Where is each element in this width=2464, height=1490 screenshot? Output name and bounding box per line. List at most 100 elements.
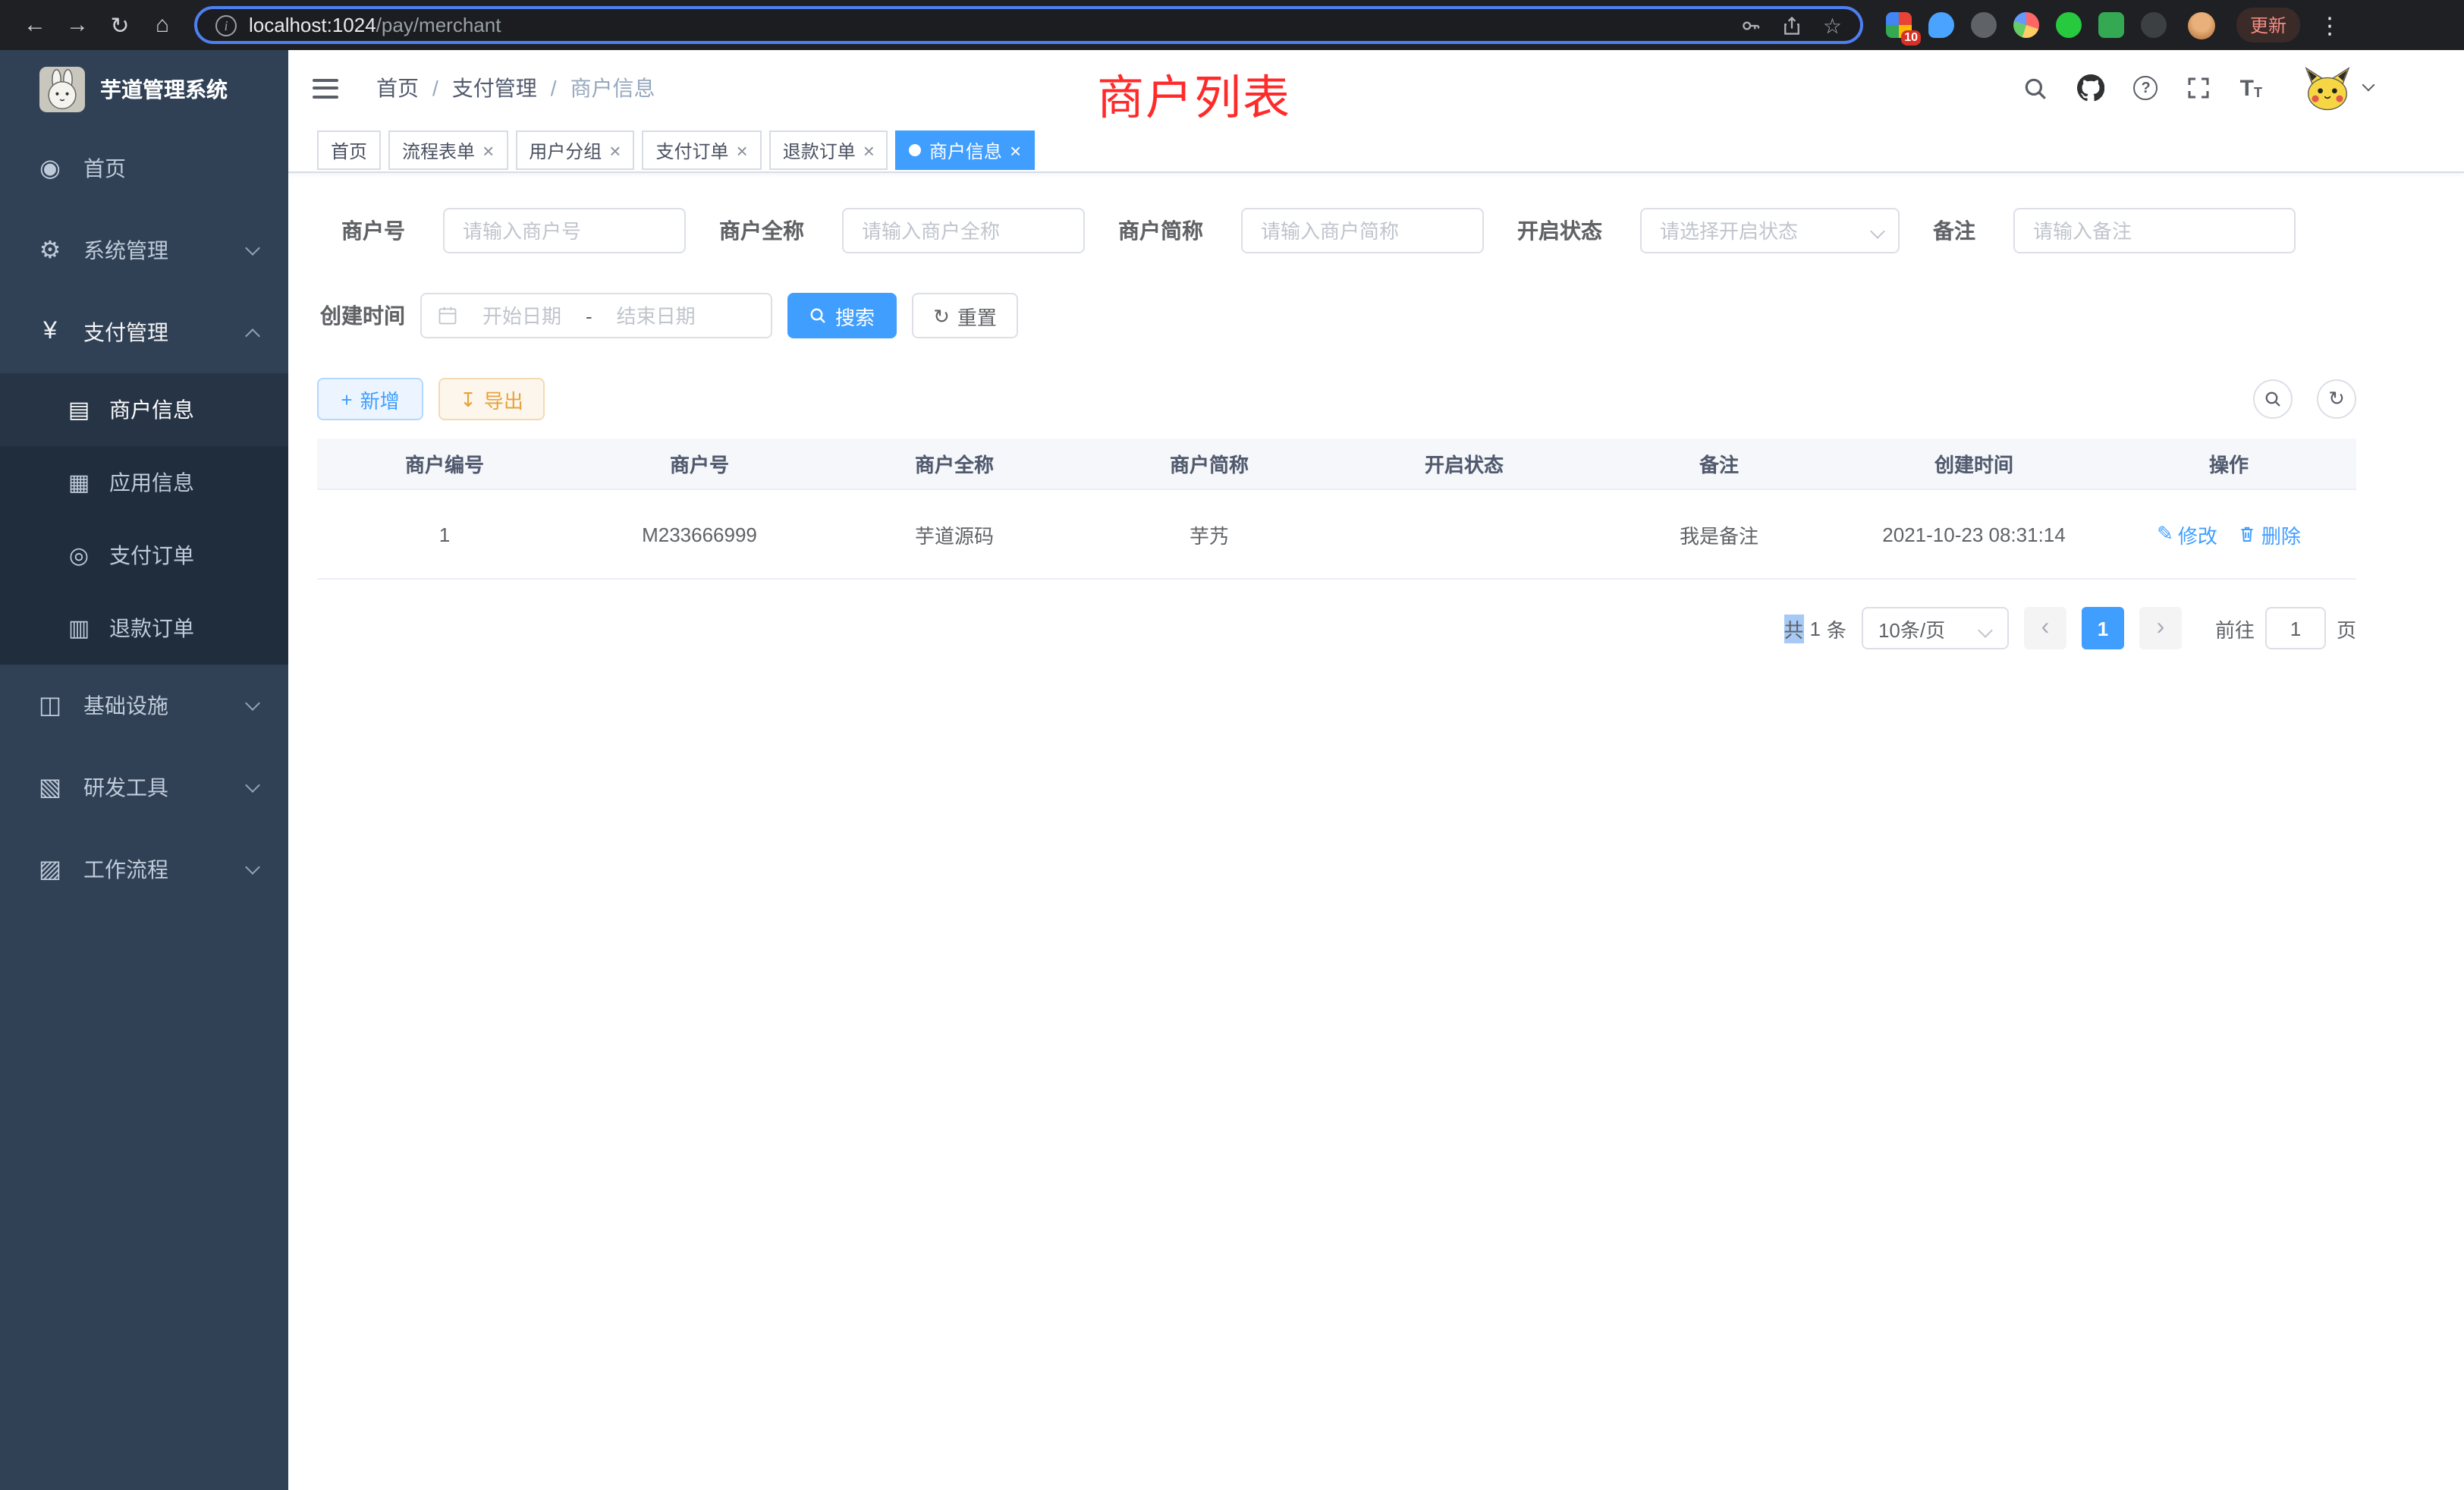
add-button-label: 新增 (360, 385, 400, 413)
merchant-no-input[interactable] (443, 208, 686, 253)
extension-colorful-icon[interactable]: 10 (1886, 12, 1912, 38)
main-area: 商户列表 首页 / 支付管理 / 商户信息 ? TT (288, 50, 2464, 1490)
search-icon[interactable] (2023, 75, 2049, 101)
full-name-input[interactable] (842, 208, 1085, 253)
extension-puzzle-icon[interactable] (2141, 12, 2167, 38)
reset-button-label: 重置 (957, 301, 997, 330)
close-icon[interactable]: × (737, 140, 748, 160)
table-header-row: 商户编号 商户号 商户全称 商户简称 开启状态 备注 创建时间 操作 (317, 439, 2356, 489)
status-select-input[interactable] (1640, 208, 1900, 253)
sidebar-item-system[interactable]: ⚙ 系统管理 (0, 209, 288, 291)
top-navbar: 首页 / 支付管理 / 商户信息 ? TT (288, 50, 2464, 126)
delete-label: 删除 (2261, 520, 2301, 549)
help-icon[interactable]: ? (2134, 76, 2158, 100)
sidebar-item-pay-order[interactable]: ◎ 支付订单 (0, 519, 288, 592)
header-cell: 创建时间 (1846, 449, 2101, 478)
tab-refund-order[interactable]: 退款订单× (769, 130, 888, 170)
table-row: 1 M233666999 芋道源码 芋艿 我是备注 2021-10-23 08:… (317, 489, 2356, 578)
create-time-label: 创建时间 (317, 300, 405, 331)
breadcrumb-payment[interactable]: 支付管理 (452, 73, 537, 103)
sidebar-item-payment[interactable]: ¥ 支付管理 (0, 291, 288, 373)
url-path: /pay/merchant (376, 14, 501, 36)
end-date-input[interactable] (599, 304, 714, 327)
sidebar-item-label: 支付订单 (109, 540, 194, 571)
extension-green-square-icon[interactable] (2098, 12, 2124, 38)
bookmark-star-icon[interactable]: ☆ (1823, 14, 1842, 36)
chrome-update-button[interactable]: 更新 (2236, 8, 2300, 42)
filter-row-2: 创建时间 - 搜索 ↻ 重置 (317, 293, 2356, 338)
sidebar-item-devtools[interactable]: ▧ 研发工具 (0, 747, 288, 828)
extension-dark-icon[interactable] (1971, 12, 1997, 38)
sidebar-item-refund-order[interactable]: ▥ 退款订单 (0, 592, 288, 665)
sidebar-item-label: 研发工具 (83, 772, 168, 803)
tabs-bar: 首页 流程表单× 用户分组× 支付订单× 退款订单× 商户信息× (288, 126, 2464, 173)
extensions-row: 10 (1886, 12, 2167, 38)
back-button[interactable]: ← (15, 5, 55, 45)
search-button[interactable]: 搜索 (787, 293, 897, 338)
browser-menu-icon[interactable]: ⋮ (2312, 11, 2347, 39)
sidebar-item-app-info[interactable]: ▦ 应用信息 (0, 446, 288, 519)
sidebar-item-home[interactable]: ◉ 首页 (0, 127, 288, 209)
url-bar[interactable]: i localhost:1024/pay/merchant ☆ (194, 6, 1863, 44)
cell-short-name: 芋艿 (1082, 520, 1337, 549)
browser-profile-avatar[interactable] (2188, 11, 2215, 39)
page-size-select[interactable]: 10条/页 (1862, 607, 2009, 649)
key-icon[interactable] (1741, 14, 1762, 36)
short-name-input[interactable] (1241, 208, 1484, 253)
sidebar-item-label: 应用信息 (109, 467, 194, 498)
github-icon[interactable] (2078, 74, 2105, 102)
briefcase-icon: ▨ (33, 854, 67, 885)
add-button[interactable]: + 新增 (317, 378, 423, 420)
breadcrumb-home[interactable]: 首页 (376, 73, 419, 103)
share-icon[interactable] (1782, 14, 1803, 36)
goto-page-input[interactable] (2265, 607, 2326, 649)
sidebar-item-infra[interactable]: ◫ 基础设施 (0, 665, 288, 747)
tab-process-form[interactable]: 流程表单× (388, 130, 508, 170)
tab-home[interactable]: 首页 (317, 130, 381, 170)
app-logo-row[interactable]: 芋道管理系统 (0, 50, 288, 127)
prev-page-button[interactable]: ‹ (2024, 607, 2066, 649)
extension-blue-drop-icon[interactable] (1928, 12, 1954, 38)
forward-button[interactable]: → (58, 5, 97, 45)
fullscreen-icon[interactable] (2187, 76, 2211, 100)
tab-pay-order[interactable]: 支付订单× (642, 130, 761, 170)
refresh-icon: ↻ (2328, 387, 2345, 411)
reset-button[interactable]: ↻ 重置 (912, 293, 1018, 338)
next-page-button[interactable]: › (2139, 607, 2182, 649)
pikachu-avatar-icon (2302, 65, 2353, 111)
plus-icon: + (341, 389, 352, 409)
user-avatar[interactable] (2302, 65, 2373, 111)
home-button[interactable]: ⌂ (143, 5, 182, 45)
site-info-icon[interactable]: i (215, 14, 237, 36)
tab-label: 首页 (331, 137, 367, 163)
close-icon[interactable]: × (482, 140, 494, 160)
export-button[interactable]: ↧ 导出 (438, 378, 545, 420)
tab-merchant-info[interactable]: 商户信息× (896, 130, 1035, 170)
short-name-label: 商户简称 (1118, 215, 1203, 246)
document-icon: ▥ (64, 615, 94, 642)
page-size-value: 10条/页 (1878, 614, 1945, 643)
close-icon[interactable]: × (863, 140, 875, 160)
extension-green-circle-icon[interactable] (2056, 12, 2082, 38)
extension-rainbow-icon[interactable] (2013, 12, 2039, 38)
close-icon[interactable]: × (609, 140, 621, 160)
sidebar-item-workflow[interactable]: ▨ 工作流程 (0, 828, 288, 910)
reload-button[interactable]: ↻ (100, 5, 140, 45)
page-1-button[interactable]: 1 (2082, 607, 2124, 649)
font-size-icon[interactable]: TT (2240, 77, 2262, 99)
hamburger-icon[interactable] (313, 78, 338, 98)
start-date-input[interactable] (464, 304, 580, 327)
date-range-picker[interactable]: - (420, 293, 772, 338)
remark-input[interactable] (2013, 208, 2296, 253)
toggle-search-button[interactable] (2253, 379, 2293, 419)
close-icon[interactable]: × (1010, 140, 1021, 160)
page-content: 商户号 商户全称 商户简称 开启状态 备注 创建时间 (288, 173, 2464, 649)
status-select[interactable] (1640, 208, 1900, 253)
total-prefix: 共 (1784, 614, 1803, 643)
tab-user-group[interactable]: 用户分组× (515, 130, 634, 170)
edit-link[interactable]: ✎修改 (2157, 520, 2217, 549)
date-separator: - (586, 304, 592, 327)
sidebar-item-merchant-info[interactable]: ▤ 商户信息 (0, 373, 288, 446)
delete-link[interactable]: 删除 (2239, 520, 2301, 549)
refresh-table-button[interactable]: ↻ (2317, 379, 2356, 419)
